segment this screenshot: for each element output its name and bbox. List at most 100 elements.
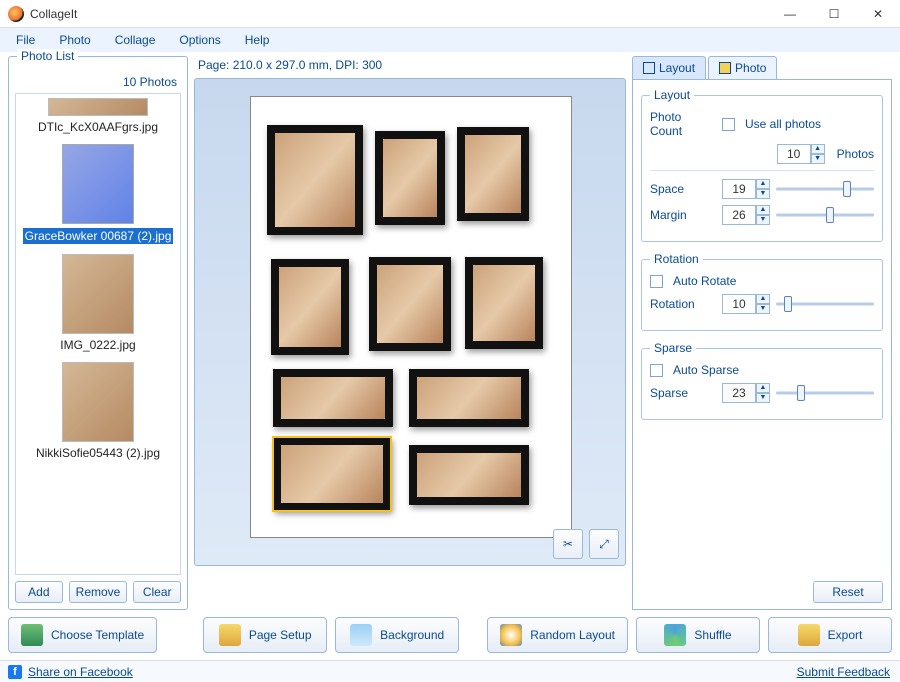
rotation-slider[interactable] <box>776 294 874 314</box>
collage-frame[interactable] <box>273 369 393 427</box>
collage-frame[interactable] <box>271 259 349 355</box>
bottom-toolbar: Choose Template Page Setup Background Ra… <box>0 610 900 660</box>
list-item[interactable]: IMG_0222.jpg <box>20 254 176 352</box>
background-button[interactable]: Background <box>335 617 459 653</box>
export-icon <box>798 624 820 646</box>
shuffle-icon <box>664 624 686 646</box>
rotation-stepper[interactable]: ▲▼ <box>722 294 770 314</box>
template-icon <box>21 624 43 646</box>
collage-frame[interactable] <box>369 257 451 351</box>
sparse-group: Sparse Auto Sparse Sparse ▲▼ <box>641 341 883 420</box>
thumbnail-caption: IMG_0222.jpg <box>20 338 176 352</box>
random-layout-button[interactable]: Random Layout <box>487 617 628 653</box>
stepper-down-icon[interactable]: ▼ <box>756 215 770 225</box>
rotation-group-legend: Rotation <box>650 252 703 266</box>
space-stepper[interactable]: ▲▼ <box>722 179 770 199</box>
collage-frame[interactable] <box>465 257 543 349</box>
rotation-input[interactable] <box>722 294 756 314</box>
collage-frame[interactable] <box>273 437 391 511</box>
stepper-up-icon[interactable]: ▲ <box>756 179 770 189</box>
stepper-up-icon[interactable]: ▲ <box>811 144 825 154</box>
collage-frame[interactable] <box>409 369 529 427</box>
photo-count-field-label: Photo Count <box>650 110 716 138</box>
use-all-photos-checkbox[interactable] <box>722 118 735 131</box>
collage-frame[interactable] <box>457 127 529 221</box>
auto-rotate-label: Auto Rotate <box>673 274 736 288</box>
menu-photo[interactable]: Photo <box>49 31 100 49</box>
sparse-label: Sparse <box>650 386 716 400</box>
list-item[interactable]: DTIc_KcX0AAFgrs.jpg <box>20 98 176 134</box>
photo-list-panel: Photo List 10 Photos DTIc_KcX0AAFgrs.jpg… <box>8 56 188 610</box>
fullscreen-button[interactable]: ⤢ <box>589 529 619 559</box>
space-input[interactable] <box>722 179 756 199</box>
reset-button[interactable]: Reset <box>813 581 883 603</box>
menu-collage[interactable]: Collage <box>105 31 166 49</box>
thumbnail-image <box>62 144 134 224</box>
collage-frame[interactable] <box>375 131 445 225</box>
minimize-button[interactable]: — <box>768 0 812 27</box>
background-icon <box>350 624 372 646</box>
remove-button[interactable]: Remove <box>69 581 128 603</box>
collage-frame[interactable] <box>409 445 529 505</box>
list-item[interactable]: GraceBowker 00687 (2).jpg <box>20 144 176 244</box>
app-title: CollageIt <box>30 7 768 21</box>
menu-file[interactable]: File <box>6 31 45 49</box>
choose-template-button[interactable]: Choose Template <box>8 617 157 653</box>
photo-icon <box>719 62 731 74</box>
stepper-down-icon[interactable]: ▼ <box>756 304 770 314</box>
tab-layout[interactable]: Layout <box>632 56 706 79</box>
titlebar: CollageIt — ☐ ✕ <box>0 0 900 28</box>
collage-frame[interactable] <box>267 125 363 235</box>
thumbnail-list[interactable]: DTIc_KcX0AAFgrs.jpg GraceBowker 00687 (2… <box>15 93 181 575</box>
clear-button[interactable]: Clear <box>133 581 181 603</box>
tab-photo[interactable]: Photo <box>708 56 777 79</box>
stepper-down-icon[interactable]: ▼ <box>811 154 825 164</box>
auto-sparse-checkbox[interactable] <box>650 364 663 377</box>
stepper-up-icon[interactable]: ▲ <box>756 294 770 304</box>
menu-help[interactable]: Help <box>235 31 280 49</box>
page-canvas[interactable] <box>251 97 571 537</box>
sparse-group-legend: Sparse <box>650 341 696 355</box>
sparse-input <box>722 383 756 403</box>
stepper-up-icon[interactable]: ▲ <box>756 205 770 215</box>
canvas-viewport[interactable]: ✂ ⤢ <box>194 78 626 566</box>
space-label: Space <box>650 182 716 196</box>
margin-label: Margin <box>650 208 716 222</box>
menubar: File Photo Collage Options Help <box>0 28 900 52</box>
auto-sparse-label: Auto Sparse <box>673 363 739 377</box>
photos-suffix: Photos <box>837 147 874 161</box>
export-button[interactable]: Export <box>768 617 892 653</box>
sparse-stepper: ▲▼ <box>722 383 770 403</box>
layout-group-legend: Layout <box>650 88 694 102</box>
add-button[interactable]: Add <box>15 581 63 603</box>
stepper-down-icon[interactable]: ▼ <box>756 189 770 199</box>
margin-stepper[interactable]: ▲▼ <box>722 205 770 225</box>
tabs: Layout Photo <box>632 56 892 80</box>
maximize-button[interactable]: ☐ <box>812 0 856 27</box>
thumbnail-caption: NikkiSofie05443 (2).jpg <box>20 446 176 460</box>
submit-feedback-link[interactable]: Submit Feedback <box>797 665 890 679</box>
margin-input[interactable] <box>722 205 756 225</box>
menu-options[interactable]: Options <box>169 31 230 49</box>
list-item[interactable]: NikkiSofie05443 (2).jpg <box>20 362 176 460</box>
photo-count-label: 10 Photos <box>15 73 181 93</box>
space-slider[interactable] <box>776 179 874 199</box>
close-button[interactable]: ✕ <box>856 0 900 27</box>
photo-count-stepper[interactable]: ▲▼ <box>777 144 825 164</box>
page-setup-button[interactable]: Page Setup <box>203 617 327 653</box>
auto-rotate-checkbox[interactable] <box>650 275 663 288</box>
crop-button[interactable]: ✂ <box>553 529 583 559</box>
thumbnail-image <box>62 362 134 442</box>
margin-slider[interactable] <box>776 205 874 225</box>
layout-group: Layout Photo Count Use all photos ▲▼ Pho… <box>641 88 883 242</box>
use-all-photos-label: Use all photos <box>745 117 821 131</box>
shuffle-button[interactable]: Shuffle <box>636 617 760 653</box>
photo-list-legend: Photo List <box>17 49 78 63</box>
thumbnail-image <box>62 254 134 334</box>
expand-icon: ⤢ <box>599 537 609 552</box>
layout-icon <box>643 62 655 74</box>
random-icon <box>500 624 522 646</box>
photo-count-input[interactable] <box>777 144 811 164</box>
share-facebook-link[interactable]: Share on Facebook <box>28 665 133 679</box>
sparse-slider <box>776 383 874 403</box>
